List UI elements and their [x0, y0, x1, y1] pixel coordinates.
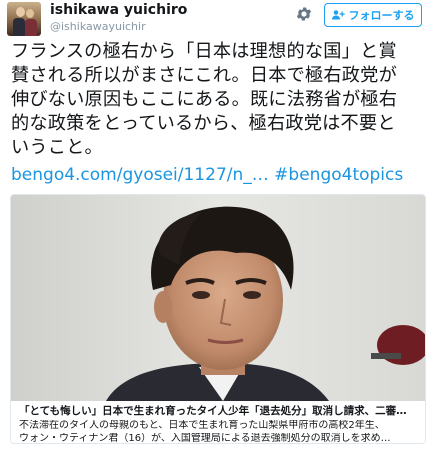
card-title: 「とても悔しい」日本で生まれ育ったタイ人少年「退去処分」取消し請求、二審…: [19, 405, 407, 417]
gear-icon[interactable]: [295, 5, 313, 23]
card-description-line: ウォン・ウティナン君（16）が、入国管理局による退去強制処分の取消しを求め…: [19, 432, 391, 444]
link-preview-card[interactable]: 「とても悔しい」日本で生まれ育ったタイ人少年「退去処分」取消し請求、二審… 不法…: [10, 194, 426, 444]
tweet-links: bengo4.com/gyosei/1127/n_… #bengo4topics: [11, 163, 431, 187]
card-description: 不法滞在のタイ人の母親のもと、日本で生まれ育った山梨県甲府市の高校2年生、 ウォ…: [19, 420, 419, 444]
tweet-header: ishikawa yuichiro @ishikawayuichir フォローす…: [0, 0, 437, 36]
add-user-icon: [331, 10, 345, 20]
tweet-text: フランスの極右から「日本は理想的な国」と賞 賛される所以がまさにこれ。日本で極右…: [11, 40, 431, 160]
follow-label: フォローする: [348, 9, 415, 22]
tweet-text-line: 伸びない原因もここにある。既に法務省が極右: [11, 89, 398, 110]
tweet-text-line: フランスの極右から「日本は理想的な国」と賞: [11, 41, 397, 62]
card-text: 「とても悔しい」日本で生まれ育ったタイ人少年「退去処分」取消し請求、二審… 不法…: [11, 401, 425, 444]
tweet-text-line: 的な政策をとっているから、極右政党は不要と: [11, 113, 396, 134]
follow-button[interactable]: フォローする: [324, 3, 422, 27]
user-avatar[interactable]: [7, 2, 41, 36]
card-description-line: 不法滞在のタイ人の母親のもと、日本で生まれ育った山梨県甲府市の高校2年生、: [19, 420, 385, 431]
tweet-text-line: いうこと。: [11, 137, 103, 158]
card-photo: [11, 195, 425, 401]
tweet-text-line: 賛される所以がまさにこれ。日本で極右政党が: [11, 65, 397, 86]
article-link[interactable]: bengo4.com/gyosei/1127/n_…: [11, 165, 269, 185]
hashtag-link[interactable]: #bengo4topics: [274, 165, 403, 185]
screen-name[interactable]: @ishikawayuichir: [50, 20, 146, 33]
display-name[interactable]: ishikawa yuichiro: [50, 2, 187, 18]
